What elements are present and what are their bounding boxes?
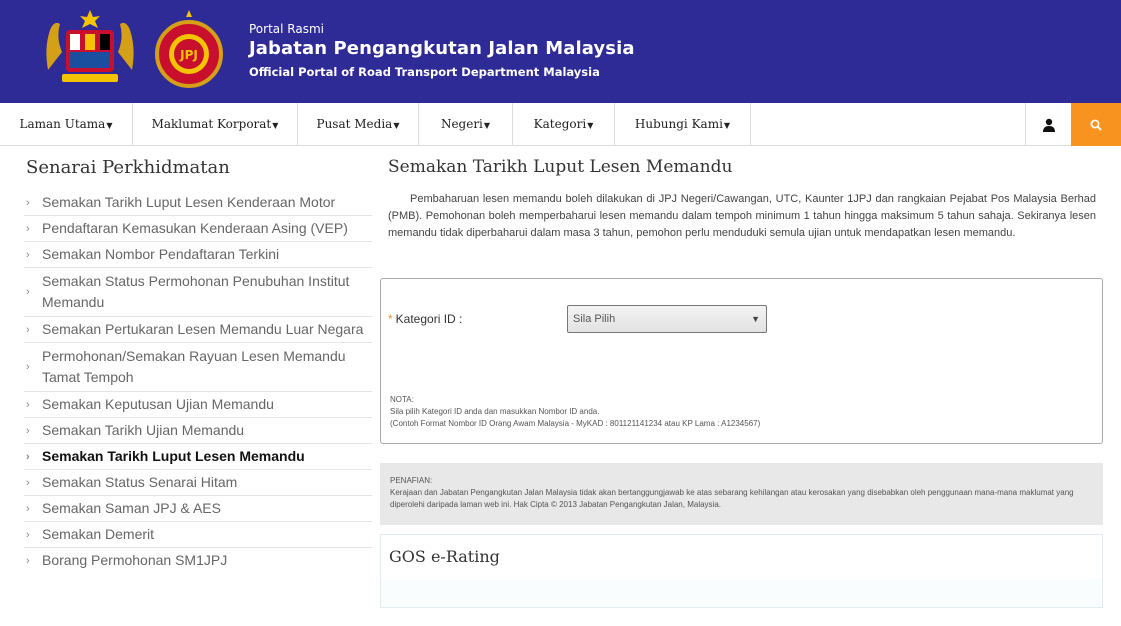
sidebar-title: Senarai Perkhidmatan (26, 157, 230, 178)
site-header: JPJ Portal Rasmi Jabatan Pengangkutan Ja… (0, 0, 1121, 103)
chevron-right-icon: › (26, 196, 30, 209)
service-item-label: Semakan Tarikh Ujian Memandu (42, 422, 245, 438)
caret-down-icon: ▼ (393, 121, 400, 130)
caret-down-icon: ▼ (587, 121, 594, 130)
rating-title: GOS e-Rating (389, 547, 500, 566)
portal-label: Portal Rasmi (249, 22, 324, 36)
chevron-right-icon: › (26, 476, 30, 489)
chevron-right-icon: › (26, 398, 30, 411)
search-icon (1090, 119, 1102, 131)
search-button[interactable] (1071, 103, 1121, 146)
portal-subtitle: Official Portal of Road Transport Depart… (249, 65, 600, 79)
service-item[interactable]: › Semakan Saman JPJ & AES (24, 496, 372, 522)
service-item-label: Borang Permohonan SM1JPJ (42, 552, 228, 568)
caret-down-icon: ▼ (483, 121, 491, 130)
kategori-id-selected: Sila Pilih (573, 313, 616, 325)
service-item-label: Semakan Status Permohonan Penubuhan Inst… (42, 273, 350, 310)
service-item[interactable]: › Semakan Tarikh Ujian Memandu (24, 418, 372, 444)
service-list: › Semakan Tarikh Luput Lesen Kenderaan Mo… (24, 190, 372, 573)
nav-kategori[interactable]: Kategori▼ (513, 103, 615, 146)
portal-title: Jabatan Pengangkutan Jalan Malaysia (249, 38, 635, 59)
nav-label: Pusat Media (316, 117, 393, 131)
caret-down-icon: ▼ (272, 121, 279, 130)
disclaimer-text: Kerajaan dan Jabatan Pengangkutan Jalan … (390, 488, 1074, 509)
chevron-right-icon: › (26, 222, 30, 235)
page-title: Semakan Tarikh Luput Lesen Memandu (388, 157, 733, 177)
service-item-label: Semakan Nombor Pendaftaran Terkini (42, 246, 280, 262)
nav-maklumat-korporat[interactable]: Maklumat Korporat▼ (133, 103, 298, 146)
service-item[interactable]: › Permohonan/Semakan Rayuan Lesen Memandu… (24, 343, 372, 392)
service-item-label: Semakan Saman JPJ & AES (42, 500, 221, 516)
nav-label: Laman Utama (19, 117, 106, 131)
service-item[interactable]: › Semakan Status Senarai Hitam (24, 470, 372, 496)
chevron-right-icon: › (26, 286, 30, 298)
service-item-label: Permohonan/Semakan Rayuan Lesen Memandu … (42, 348, 346, 385)
chevron-right-icon: › (26, 450, 30, 463)
note-line: (Contoh Format Nombor ID Orang Awam Mala… (390, 419, 761, 428)
kategori-id-label-text: Kategori ID : (395, 312, 463, 326)
service-item-label: Semakan Keputusan Ujian Memandu (42, 396, 274, 412)
chevron-right-icon: › (26, 361, 30, 373)
service-item[interactable]: › Semakan Nombor Pendaftaran Terkini (24, 242, 372, 268)
chevron-right-icon: › (26, 554, 30, 567)
service-item[interactable]: › Semakan Tarikh Luput Lesen Kenderaan Mo… (24, 190, 372, 216)
chevron-right-icon: › (26, 528, 30, 541)
nav-pusat-media[interactable]: Pusat Media▼ (298, 103, 419, 146)
jpj-emblem-icon[interactable]: JPJ (150, 8, 228, 88)
chevron-right-icon: › (26, 502, 30, 515)
nav-label: Hubungi Kami (634, 117, 723, 131)
search-form: * Kategori ID : Sila Pilih ▼ NOTA: Sila p… (380, 278, 1103, 444)
gos-rating-panel: GOS e-Rating (380, 534, 1103, 608)
user-icon (1042, 118, 1055, 132)
note-title: NOTA: (390, 395, 414, 404)
disclaimer-box: PENAFIAN: Kerajaan dan Jabatan Pengangku… (380, 463, 1103, 525)
intro-paragraph: Pembaharuan lesen memandu boleh dilakuka… (388, 193, 1096, 239)
nav-label: Negeri (440, 117, 483, 131)
kategori-id-label: * Kategori ID : (388, 312, 462, 326)
service-item[interactable]: › Semakan Keputusan Ujian Memandu (24, 392, 372, 418)
main-nav: Laman Utama▼ Maklumat Korporat▼ Pusat Me… (0, 103, 1121, 146)
service-item-label: Semakan Tarikh Luput Lesen Memandu (42, 448, 305, 464)
form-note: NOTA: Sila pilih Kategori ID anda dan ma… (390, 394, 760, 430)
service-item[interactable]: › Pendaftaran Kemasukan Kenderaan Asing (… (24, 216, 372, 242)
rating-content (381, 579, 1102, 607)
service-item-label: Semakan Pertukaran Lesen Memandu Luar Ne… (42, 321, 364, 337)
malaysia-coat-of-arms-icon[interactable] (40, 8, 140, 88)
chevron-right-icon: › (26, 248, 30, 261)
kategori-id-select[interactable]: Sila Pilih ▼ (567, 305, 767, 333)
service-item-label: Semakan Demerit (42, 526, 155, 542)
service-item[interactable]: › Semakan Demerit (24, 522, 372, 548)
service-item-active[interactable]: › Semakan Tarikh Luput Lesen Memandu (24, 444, 372, 470)
service-item[interactable]: › Semakan Status Permohonan Penubuhan Ins… (24, 268, 372, 317)
service-item[interactable]: › Borang Permohonan SM1JPJ (24, 548, 372, 573)
caret-down-icon: ▼ (723, 121, 731, 130)
service-item-label: Semakan Tarikh Luput Lesen Kenderaan Mot… (42, 194, 336, 210)
service-item-label: Pendaftaran Kemasukan Kenderaan Asing (V… (42, 220, 348, 236)
caret-down-icon: ▼ (106, 121, 113, 130)
jpj-logo-text: JPJ (179, 48, 198, 62)
nav-negeri[interactable]: Negeri▼ (419, 103, 513, 146)
nav-laman-utama[interactable]: Laman Utama▼ (0, 103, 133, 146)
user-button[interactable] (1025, 103, 1071, 146)
service-item-label: Semakan Status Senarai Hitam (42, 474, 238, 490)
note-line: Sila pilih Kategori ID anda dan masukkan… (390, 407, 600, 416)
nav-hubungi-kami[interactable]: Hubungi Kami▼ (615, 103, 751, 146)
nav-label: Kategori (533, 117, 587, 131)
nav-label: Maklumat Korporat (151, 117, 272, 131)
required-mark: * (388, 312, 393, 326)
disclaimer-title: PENAFIAN: (390, 476, 433, 485)
chevron-right-icon: › (26, 323, 30, 336)
chevron-right-icon: › (26, 424, 30, 437)
dropdown-arrow-icon: ▼ (751, 314, 760, 324)
service-item[interactable]: › Semakan Pertukaran Lesen Memandu Luar N… (24, 317, 372, 343)
